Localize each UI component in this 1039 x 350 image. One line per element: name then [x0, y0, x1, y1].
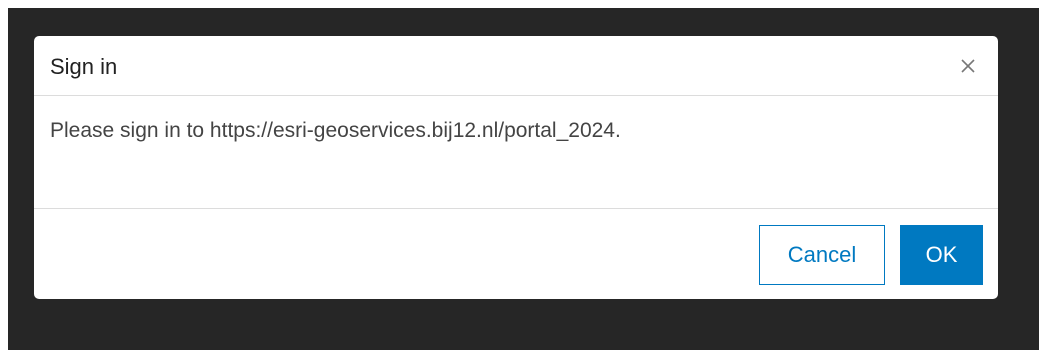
ok-button[interactable]: OK — [900, 225, 983, 285]
dialog-body: Please sign in to https://esri-geoservic… — [34, 96, 998, 209]
dialog-footer: Cancel OK — [34, 209, 998, 299]
dialog-message: Please sign in to https://esri-geoservic… — [50, 119, 621, 142]
dialog-title: Sign in — [50, 54, 118, 79]
close-button[interactable] — [954, 52, 982, 80]
dialog-header: Sign in — [34, 36, 998, 96]
close-icon — [961, 59, 975, 73]
sign-in-dialog: Sign in Please sign in to https://esri-g… — [34, 36, 998, 299]
cancel-button[interactable]: Cancel — [759, 225, 885, 285]
